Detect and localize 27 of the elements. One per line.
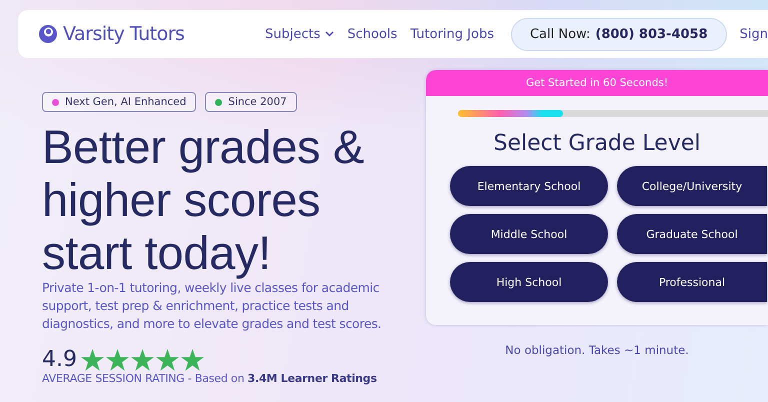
- nav-link[interactable]: Tutoring Jobs: [410, 26, 494, 42]
- grade-option-button[interactable]: Professional: [617, 262, 767, 302]
- grade-option-button[interactable]: College/University: [617, 166, 767, 206]
- rating-score: 4.9: [42, 347, 77, 372]
- note-text: No obligation. Takes ~1 minute.: [504, 343, 690, 357]
- star-icon: [131, 348, 154, 370]
- rating-caption: AVERAGE SESSION RATING - Based on 3.4M Learner Ratings: [42, 372, 378, 385]
- grade-option-button[interactable]: Middle School: [450, 214, 608, 254]
- grade-option-button[interactable]: Graduate School: [617, 214, 767, 254]
- star-icon: [106, 348, 129, 370]
- star-icon: [181, 348, 204, 370]
- chevron-down-icon: [325, 31, 334, 37]
- grade-option-button[interactable]: Elementary School: [450, 166, 608, 206]
- card-title: Select Grade Level: [492, 131, 702, 156]
- nav-link[interactable]: Schools: [347, 26, 398, 42]
- sign-in-link[interactable]: Sign: [740, 26, 768, 42]
- badge-label: Next Gen, AI Enhanced: [65, 96, 186, 108]
- logo[interactable]: Varsity Tutors: [38, 23, 184, 45]
- nav-link[interactable]: Subjects: [265, 26, 334, 42]
- headline: Better grades & higher scores start today!: [42, 120, 366, 279]
- call-button[interactable]: Call Now: (800) 803-4058: [510, 18, 727, 50]
- description: Private 1-on-1 tutoring, weekly live classes for academic support, test prep & enrichment, practice tests and diagnostics, and more to elevate grades and test scores.: [42, 279, 382, 333]
- star-icon: [81, 348, 104, 370]
- star-icon: [156, 348, 179, 370]
- grade-option-button[interactable]: High School: [450, 262, 608, 302]
- card-banner: Get Started in 60 Seconds!: [426, 70, 768, 96]
- badge-label: Since 2007: [228, 96, 287, 108]
